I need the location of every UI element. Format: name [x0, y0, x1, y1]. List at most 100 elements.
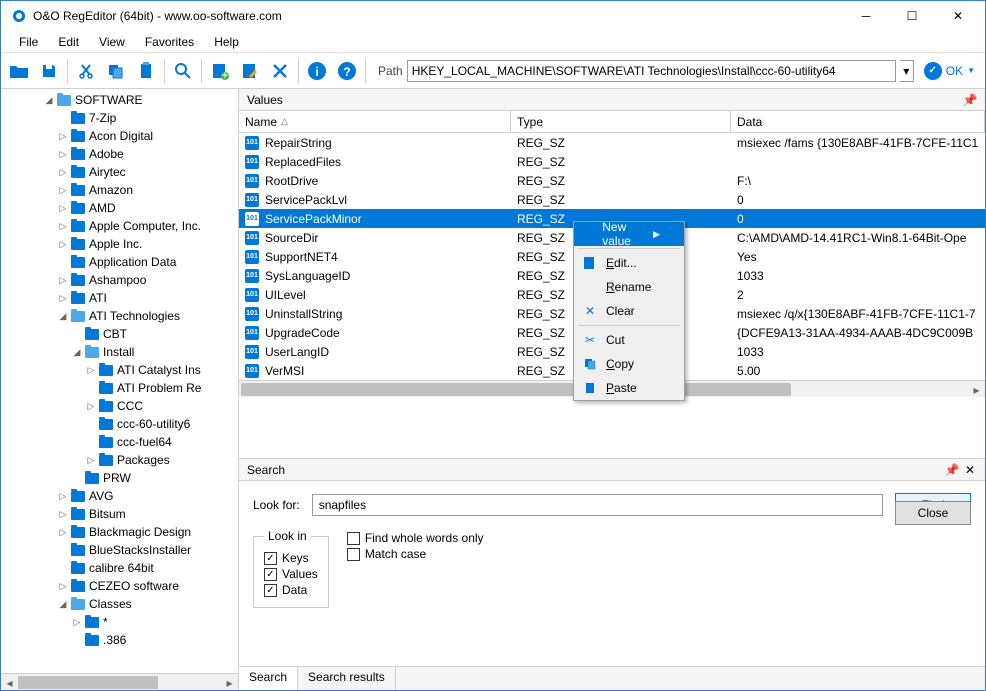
tree-node[interactable]: ▷Apple Inc.	[1, 235, 239, 253]
menu-favorites[interactable]: Favorites	[135, 33, 204, 51]
tree-node[interactable]: Application Data	[1, 253, 239, 271]
expand-icon[interactable]: ▷	[85, 400, 97, 412]
ctx-clear[interactable]: ✕ Clear	[574, 299, 684, 323]
menu-file[interactable]: File	[9, 33, 48, 51]
paste-icon[interactable]	[132, 57, 160, 85]
menu-view[interactable]: View	[89, 33, 135, 51]
tree-node[interactable]: ▷Acon Digital	[1, 127, 239, 145]
expand-icon[interactable]: ▷	[57, 238, 69, 250]
maximize-button[interactable]: ☐	[889, 1, 935, 31]
tree-node[interactable]: ▷AMD	[1, 199, 239, 217]
ctx-cut[interactable]: ✂ Cut	[574, 328, 684, 352]
expand-icon[interactable]: ▷	[57, 292, 69, 304]
tab-search[interactable]: Search	[239, 667, 298, 690]
tab-search-results[interactable]: Search results	[298, 667, 396, 690]
tree-node[interactable]: ccc-60-utility6	[1, 415, 239, 433]
expand-icon[interactable]: ▷	[85, 364, 97, 376]
collapse-icon[interactable]: ◢	[57, 310, 69, 322]
expand-icon[interactable]: ▷	[57, 526, 69, 538]
checkbox-whole-words[interactable]: Find whole words only	[347, 531, 484, 545]
tree-node[interactable]: ▷ATI Catalyst Ins	[1, 361, 239, 379]
help-icon[interactable]: ?	[333, 57, 361, 85]
tree-node[interactable]: ◢Classes	[1, 595, 239, 613]
open-icon[interactable]	[5, 57, 33, 85]
cut-icon[interactable]	[72, 57, 100, 85]
ctx-new-value[interactable]: New value ▶	[574, 222, 684, 246]
tree-node[interactable]: ▷CCC	[1, 397, 239, 415]
expand-icon[interactable]: ▷	[57, 490, 69, 502]
collapse-icon[interactable]: ◢	[57, 598, 69, 610]
tree-node[interactable]: ▷Packages	[1, 451, 239, 469]
tree-node[interactable]: BlueStacksInstaller	[1, 541, 239, 559]
column-type[interactable]: Type	[511, 111, 731, 132]
close-panel-icon[interactable]: ✕	[963, 463, 977, 477]
tree-node[interactable]: ◢SOFTWARE	[1, 91, 239, 109]
expand-icon[interactable]: ▷	[57, 148, 69, 160]
ctx-paste[interactable]: Paste	[574, 376, 684, 400]
copy-icon[interactable]	[102, 57, 130, 85]
close-button[interactable]: Close	[895, 501, 971, 525]
new-value-icon[interactable]: +	[206, 57, 234, 85]
checkbox-keys[interactable]: ✓Keys	[264, 551, 318, 565]
expand-icon[interactable]: ▷	[57, 220, 69, 232]
collapse-icon[interactable]: ◢	[43, 94, 55, 106]
ctx-rename[interactable]: Rename	[574, 275, 684, 299]
tree-node[interactable]: ◢Install	[1, 343, 239, 361]
ok-button[interactable]: ✓ OK ▼	[918, 62, 981, 80]
search-input[interactable]	[312, 494, 883, 516]
registry-tree[interactable]: ◢SOFTWARE7-Zip▷Acon Digital▷Adobe▷Airyte…	[1, 89, 239, 673]
info-icon[interactable]: i	[303, 57, 331, 85]
delete-icon[interactable]	[266, 57, 294, 85]
expand-icon[interactable]: ▷	[57, 508, 69, 520]
ctx-copy[interactable]: Copy	[574, 352, 684, 376]
expand-icon[interactable]: ▷	[57, 202, 69, 214]
column-data[interactable]: Data	[731, 111, 985, 132]
expand-icon[interactable]: ▷	[85, 454, 97, 466]
checkbox-values[interactable]: ✓Values	[264, 567, 318, 581]
tree-node[interactable]: ATI Problem Re	[1, 379, 239, 397]
path-input[interactable]	[407, 60, 896, 82]
path-dropdown[interactable]: ▾	[900, 60, 914, 82]
tree-node[interactable]: ▷Bitsum	[1, 505, 239, 523]
save-icon[interactable]	[35, 57, 63, 85]
checkbox-match-case[interactable]: Match case	[347, 547, 484, 561]
tree-node[interactable]: ◢ATI Technologies	[1, 307, 239, 325]
search-icon[interactable]	[169, 57, 197, 85]
column-name[interactable]: Name△	[239, 111, 511, 132]
tree-node[interactable]: CBT	[1, 325, 239, 343]
edit-value-icon[interactable]	[236, 57, 264, 85]
tree-node[interactable]: 7-Zip	[1, 109, 239, 127]
value-row[interactable]: 101RepairStringREG_SZmsiexec /fams {130E…	[239, 133, 985, 152]
checkbox-data[interactable]: ✓Data	[264, 583, 318, 597]
pin-icon[interactable]: 📌	[963, 93, 977, 107]
tree-node[interactable]: .386	[1, 631, 239, 649]
close-button[interactable]: ✕	[935, 1, 981, 31]
tree-node[interactable]: ▷Apple Computer, Inc.	[1, 217, 239, 235]
tree-node[interactable]: ▷Airytec	[1, 163, 239, 181]
tree-node[interactable]: ccc-fuel64	[1, 433, 239, 451]
tree-node[interactable]: ▷Amazon	[1, 181, 239, 199]
expand-icon[interactable]: ▷	[57, 130, 69, 142]
minimize-button[interactable]: ─	[843, 1, 889, 31]
tree-node[interactable]: ▷Blackmagic Design	[1, 523, 239, 541]
ctx-edit[interactable]: Edit...	[574, 251, 684, 275]
tree-node[interactable]: ▷ATI	[1, 289, 239, 307]
value-row[interactable]: 101ServicePackLvlREG_SZ0	[239, 190, 985, 209]
tree-node[interactable]: calibre 64bit	[1, 559, 239, 577]
collapse-icon[interactable]: ◢	[71, 346, 83, 358]
tree-node[interactable]: ▷Adobe	[1, 145, 239, 163]
expand-icon[interactable]: ▷	[57, 274, 69, 286]
expand-icon[interactable]: ▷	[57, 184, 69, 196]
menu-edit[interactable]: Edit	[48, 33, 89, 51]
value-row[interactable]: 101ReplacedFilesREG_SZ	[239, 152, 985, 171]
tree-scrollbar[interactable]: ◂ ▸	[1, 673, 238, 690]
pin-icon[interactable]: 📌	[945, 463, 959, 477]
expand-icon[interactable]: ▷	[57, 580, 69, 592]
tree-node[interactable]: PRW	[1, 469, 239, 487]
tree-node[interactable]: ▷Ashampoo	[1, 271, 239, 289]
expand-icon[interactable]: ▷	[71, 616, 83, 628]
tree-node[interactable]: ▷*	[1, 613, 239, 631]
menu-help[interactable]: Help	[204, 33, 249, 51]
tree-node[interactable]: ▷CEZEO software	[1, 577, 239, 595]
value-row[interactable]: 101RootDriveREG_SZF:\	[239, 171, 985, 190]
